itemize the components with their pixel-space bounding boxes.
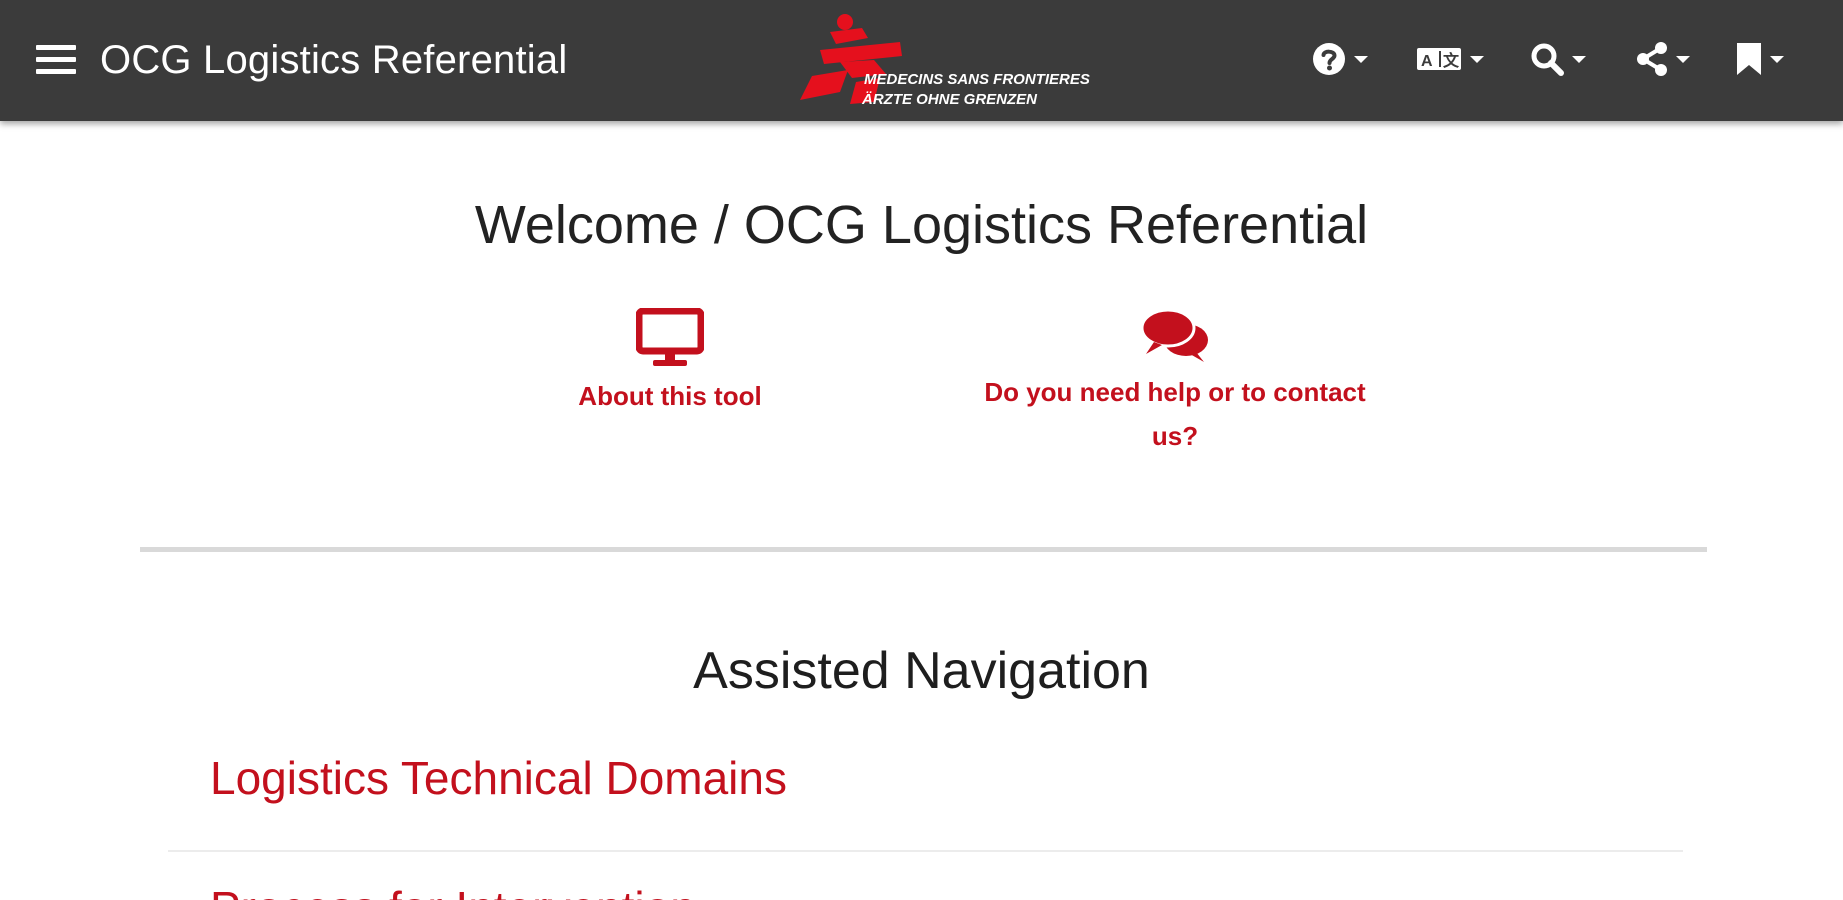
search-dropdown-button[interactable] [1530, 40, 1586, 78]
about-tool-link[interactable]: About this tool [560, 308, 780, 418]
share-icon [1637, 42, 1667, 76]
help-contact-label: Do you need help or to contact us? [984, 377, 1366, 451]
msf-logo-icon: MEDECINS SANS FRONTIERES ÄRZTE OHNE GREN… [800, 14, 1090, 108]
msf-logo[interactable]: MEDECINS SANS FRONTIERES ÄRZTE OHNE GREN… [790, 12, 1100, 108]
about-tool-label: About this tool [578, 381, 762, 411]
hamburger-menu-icon[interactable] [36, 43, 76, 77]
nav-item-logistics-technical-domains[interactable]: Logistics Technical Domains [210, 750, 787, 806]
welcome-title: Welcome / OCG Logistics Referential [474, 195, 1369, 255]
language-icon: A 文 [1417, 48, 1461, 70]
bookmark-dropdown-button[interactable] [1736, 40, 1784, 78]
top-bar: OCG Logistics Referential MEDECINS SANS … [0, 0, 1843, 121]
svg-text:A: A [1421, 53, 1433, 70]
language-dropdown-button[interactable]: A 文 [1416, 40, 1484, 78]
chevron-down-icon [1676, 55, 1690, 63]
svg-text:文: 文 [1443, 51, 1460, 70]
app-title[interactable]: OCG Logistics Referential [100, 36, 567, 84]
chevron-down-icon [1770, 55, 1784, 63]
chat-bubbles-icon [1140, 308, 1208, 362]
nav-item-process-for-intervention[interactable]: Process for Intervention [210, 880, 696, 900]
logo-line1: MEDECINS SANS FRONTIERES [864, 71, 1090, 88]
chevron-down-icon [1354, 55, 1368, 63]
help-dropdown-button[interactable] [1312, 40, 1368, 78]
monitor-icon [636, 308, 704, 366]
section-divider [140, 547, 1707, 552]
page: OCG Logistics Referential MEDECINS SANS … [0, 0, 1843, 900]
logo-line2: ÄRZTE OHNE GRENZEN [861, 91, 1038, 108]
share-dropdown-button[interactable] [1636, 40, 1690, 78]
help-contact-link[interactable]: Do you need help or to contact us? [960, 308, 1390, 458]
bookmark-icon [1737, 43, 1761, 75]
chevron-down-icon [1572, 55, 1586, 63]
chevron-down-icon [1470, 55, 1484, 63]
search-icon [1531, 43, 1564, 76]
assisted-navigation-title: Assisted Navigation [693, 642, 1150, 700]
help-icon [1313, 43, 1345, 75]
nav-item-separator [168, 850, 1683, 852]
